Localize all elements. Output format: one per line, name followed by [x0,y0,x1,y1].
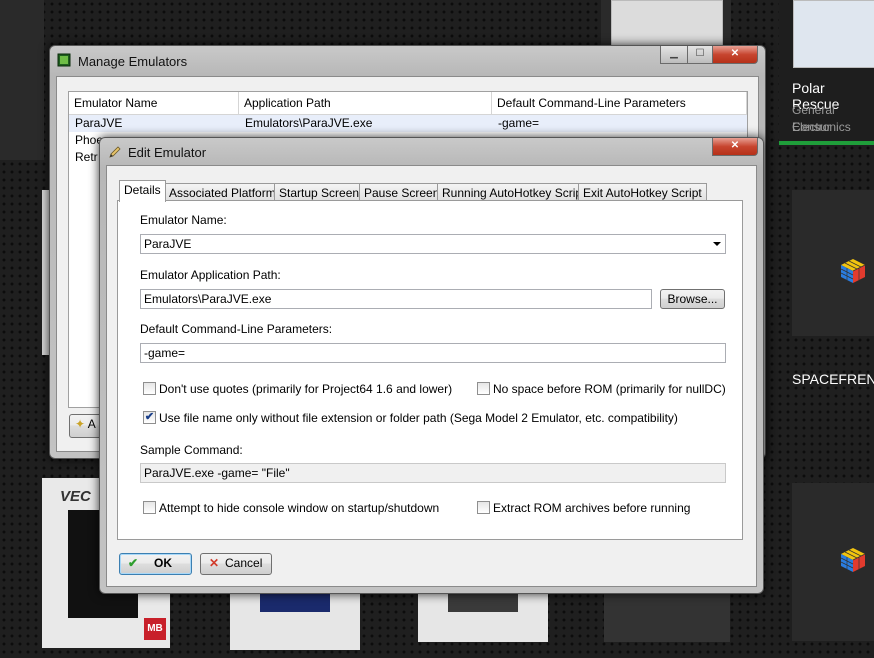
row-name[interactable]: Retr [75,149,98,166]
column-header-params[interactable]: Default Command-Line Parameters [492,92,747,115]
add-label: A [87,417,96,431]
emulator-name-dropdown[interactable]: ParaJVE [140,234,726,254]
manage-emulators-title: Manage Emulators [78,54,188,69]
tab-details[interactable]: Details [119,180,166,202]
no-space-label[interactable]: No space before ROM (primarily for nullD… [493,382,726,396]
emulator-name-label: Emulator Name: [140,213,227,227]
edit-emulator-title: Edit Emulator [128,145,207,160]
game-tile-empty[interactable] [604,590,730,642]
game-tile-star-trek[interactable] [230,590,360,650]
sample-command-field: ParaJVE.exe -game= "File" [140,463,726,483]
sample-command-label: Sample Command: [140,443,243,457]
game-tile-top-middle[interactable] [601,0,731,52]
pencil-icon [109,146,121,158]
polar-rescue-box-art [793,0,874,68]
close-button[interactable]: ✕ [712,46,758,64]
game-tile-right-bottom[interactable] [792,483,874,641]
row-params: -game= [498,116,540,130]
dont-use-quotes-label[interactable]: Don't use quotes (primarily for Project6… [159,382,452,396]
use-file-name-label[interactable]: Use file name only without file extensio… [159,411,678,425]
emulator-app-icon [57,53,71,67]
ok-label: OK [154,556,172,570]
add-icon: ✦ [75,417,86,431]
cancel-button[interactable]: ✕ Cancel [200,553,272,575]
column-header-path[interactable]: Application Path [239,92,492,115]
polar-rescue-publisher-2: Electronics [792,120,851,134]
browse-button[interactable]: Browse... [660,289,725,309]
mb-logo: MB [144,618,166,640]
cancel-icon: ✕ [209,556,220,570]
tab-bar: Details Associated Platforms Startup Scr… [119,180,749,202]
no-space-checkbox[interactable] [477,382,490,395]
edit-emulator-window[interactable]: Edit Emulator ✕ Details Associated Platf… [99,137,764,594]
ok-button[interactable]: ✔ OK [119,553,192,575]
maximize-button[interactable]: ☐ [687,46,713,64]
game-tile-top-left[interactable] [0,0,44,160]
game-tile-starhawk[interactable] [418,590,548,642]
app-path-input[interactable]: Emulators\ParaJVE.exe [140,289,652,309]
check-icon: ✔ [128,556,139,570]
use-file-name-checkbox[interactable]: ✔ [143,411,156,424]
cube-icon [840,259,866,283]
vectrex-logo: VEC [60,488,91,505]
dont-use-quotes-checkbox[interactable] [143,382,156,395]
row-name: ParaJVE [75,116,123,130]
chevron-down-icon[interactable] [713,242,721,246]
app-path-label: Emulator Application Path: [140,268,281,282]
extract-rom-label[interactable]: Extract ROM archives before running [493,501,690,515]
row-path: Emulators\ParaJVE.exe [245,116,373,130]
close-button[interactable]: ✕ [712,138,758,156]
spacefrenz-title: SPACEFRENZ [792,371,874,387]
hide-console-checkbox[interactable] [143,501,156,514]
params-label: Default Command-Line Parameters: [140,322,333,336]
params-input[interactable]: -game= [140,343,726,363]
hide-console-label[interactable]: Attempt to hide console window on startu… [159,501,439,515]
table-row[interactable] [69,115,747,132]
minimize-button[interactable]: ▁ [660,46,688,64]
cube-icon [840,548,866,572]
game-tile-polar-rescue[interactable]: Polar Rescue General Consur Electronics [779,0,874,145]
column-header-name[interactable]: Emulator Name [69,92,239,115]
game-tile-spacefrenz[interactable] [792,190,874,336]
cancel-label: Cancel [225,556,263,570]
selection-accent-bar [779,141,874,145]
add-emulator-button[interactable]: ✦ A [69,414,103,438]
extract-rom-checkbox[interactable] [477,501,490,514]
emulator-name-value: ParaJVE [144,237,192,251]
